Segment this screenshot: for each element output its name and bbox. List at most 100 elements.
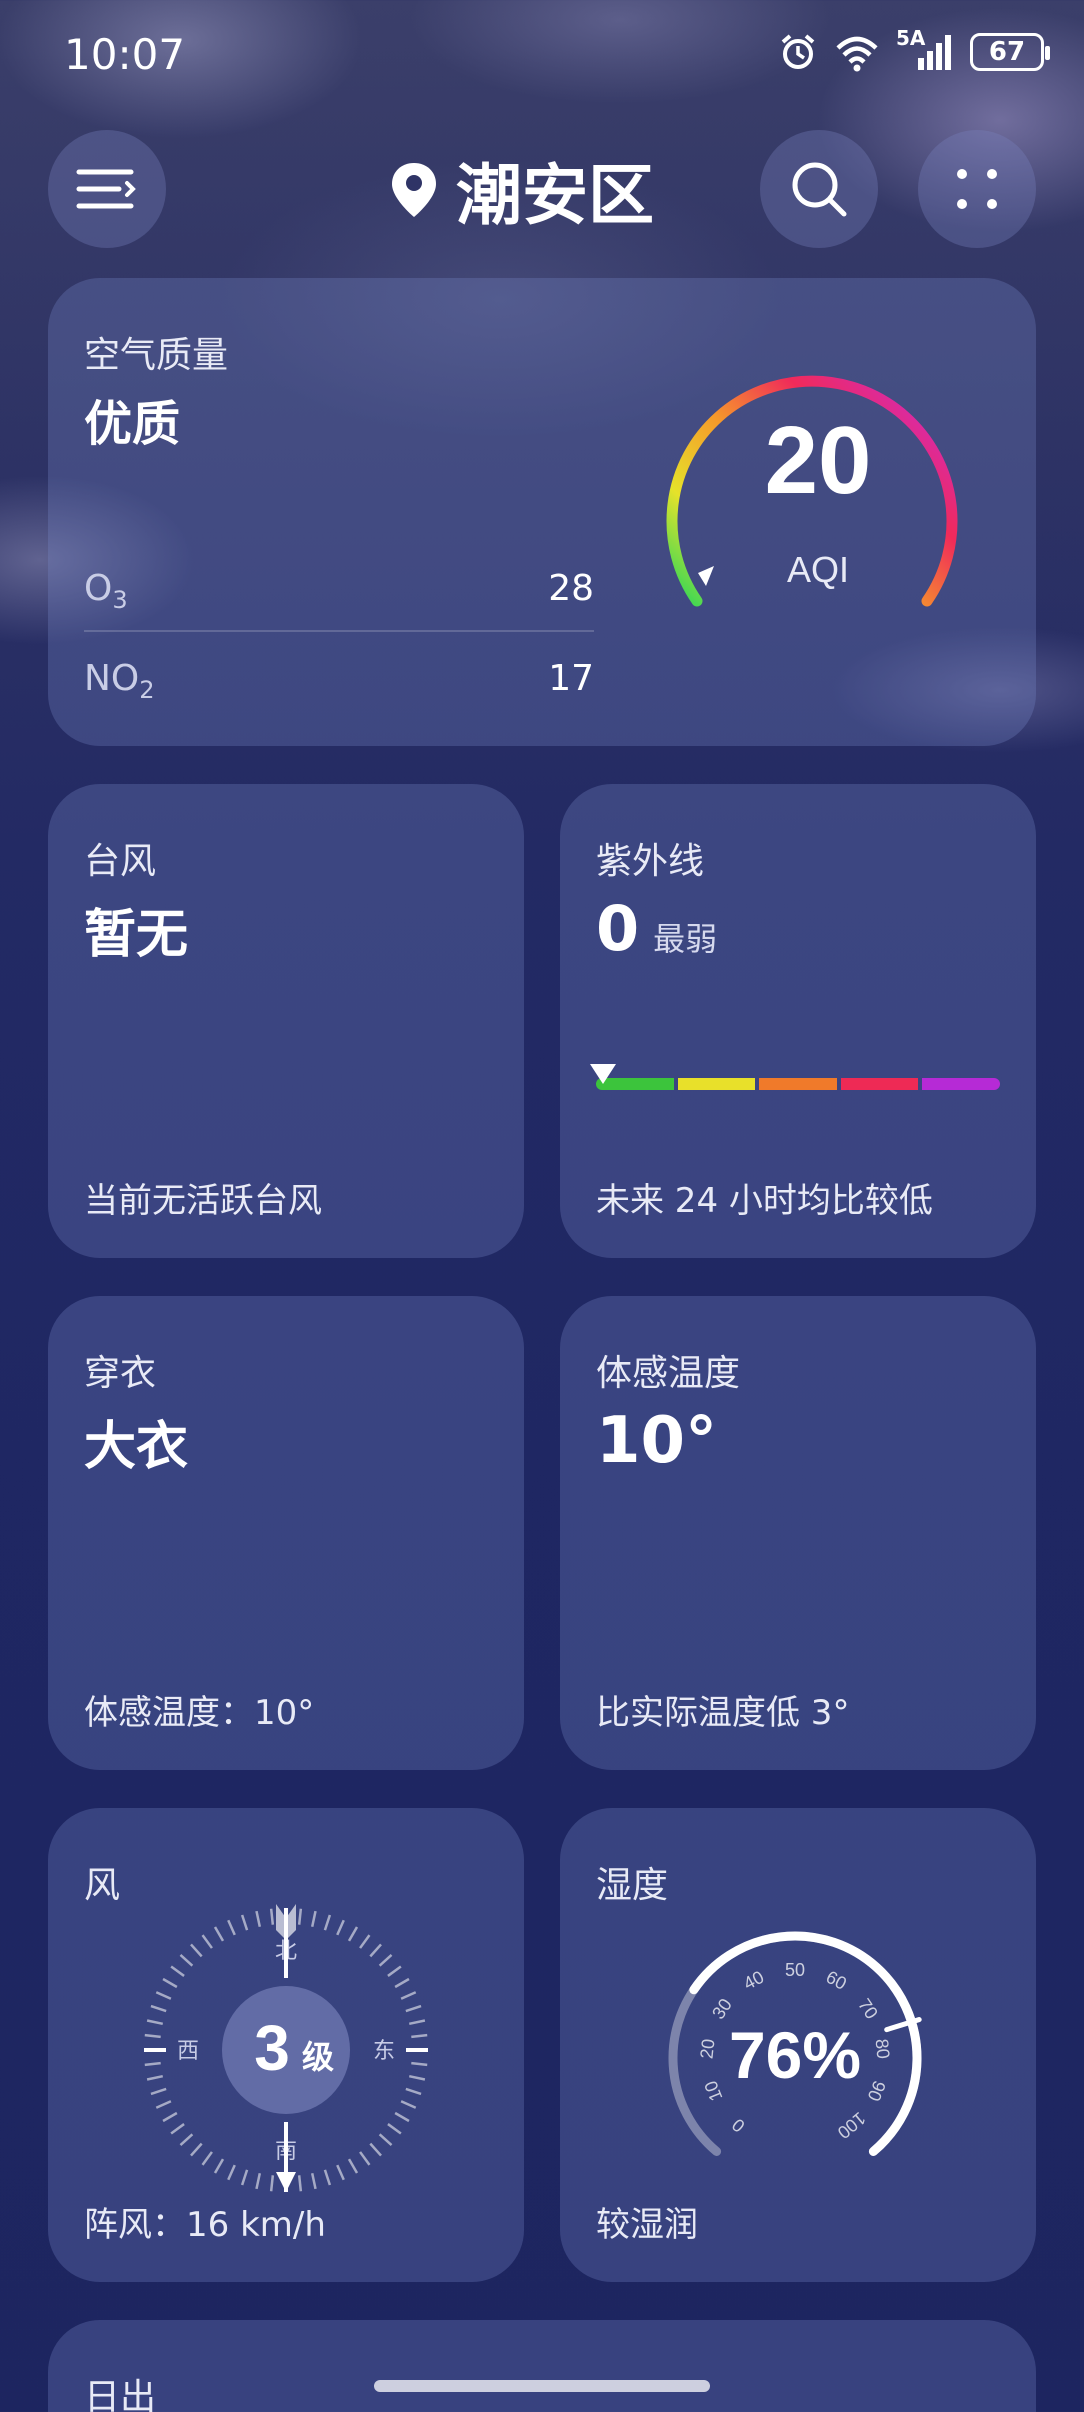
uv-value: 0 — [596, 892, 640, 965]
wind-tick — [378, 2133, 393, 2146]
air-quality-card[interactable]: 空气质量 优质 O3 28 NO2 17 20 AQI — [48, 278, 1036, 746]
home-indicator[interactable] — [374, 2380, 710, 2392]
wind-gust: 阵风：16 km/h — [84, 2205, 326, 2245]
wind-tick — [255, 2172, 262, 2190]
wind-tick — [162, 2111, 178, 2123]
typhoon-value: 暂无 — [84, 905, 189, 965]
feels-like-card[interactable]: 体感温度 10° 比实际温度低 3° — [560, 1296, 1036, 1770]
aqi-gauge: 20 AQI — [666, 375, 958, 607]
sunrise-title: 日出 — [84, 2377, 157, 2412]
wind-tick — [213, 1926, 225, 1942]
feels-like-note: 比实际温度低 3° — [596, 1693, 850, 1733]
menu-button[interactable] — [48, 130, 166, 248]
status-time: 10:07 — [64, 30, 186, 79]
typhoon-note: 当前无活跃台风 — [84, 1181, 322, 1221]
wind-card[interactable]: 风 3 级 北 南 东 西 阵风：16 km/h — [48, 1808, 524, 2282]
wind-tick — [269, 2175, 275, 2192]
wind-tick — [297, 2175, 303, 2192]
typhoon-card[interactable]: 台风 暂无 当前无活跃台风 — [48, 784, 524, 1258]
wind-tick — [378, 1954, 393, 1967]
wind-tick — [387, 1965, 402, 1977]
wind-tick — [369, 2142, 382, 2157]
clothing-card[interactable]: 穿衣 大衣 体感温度：10° — [48, 1296, 524, 1770]
humidity-tick-label: 0 — [728, 2115, 749, 2137]
alarm-icon — [781, 34, 815, 69]
sunrise-card[interactable]: 日出 — [48, 2320, 1036, 2412]
pollutant-divider — [84, 630, 594, 632]
humidity-title: 湿度 — [596, 1865, 669, 1906]
humidity-value: 76% — [729, 2018, 861, 2092]
clothing-title: 穿衣 — [84, 1353, 157, 1394]
uv-scale-segment — [840, 1078, 919, 1090]
wind-tick — [411, 2061, 428, 2067]
location-title[interactable]: 潮安区 — [390, 142, 654, 238]
wind-tick — [144, 2033, 161, 2039]
wind-tick — [408, 2074, 426, 2081]
status-icons: 5A 67 — [778, 26, 1050, 72]
humidity-gauge: 010203040 50 60708090100 76% — [668, 1931, 922, 2156]
aqi-value: 20 — [765, 407, 872, 514]
wind-tick — [150, 2087, 167, 2096]
wind-level-unit: 级 — [302, 2038, 334, 2076]
humidity-card[interactable]: 湿度 0 10 20 30 40 50 60 70 80 90 100 76% 较湿润 — [560, 1808, 1036, 2282]
wind-tick — [400, 2100, 417, 2109]
wind-tick — [170, 2123, 185, 2135]
wind-tick — [394, 2111, 410, 2123]
wind-tick — [227, 1919, 236, 1936]
wind-tick — [347, 2158, 359, 2174]
wind-tick — [255, 1910, 262, 1928]
wind-tick — [170, 1965, 185, 1977]
humidity-tick-label: 10 — [700, 2078, 726, 2104]
feels-like-title: 体感温度 — [596, 1353, 741, 1394]
humidity-tick-label: 100 — [834, 2108, 870, 2143]
air-quality-level: 优质 — [84, 396, 181, 452]
uv-marker — [590, 1064, 616, 1084]
wind-tick — [400, 1991, 417, 2000]
wind-dir-east: 东 — [373, 2039, 395, 2064]
uv-scale — [596, 1078, 1000, 1090]
pollutant-value: 28 — [548, 568, 594, 609]
wind-tick — [369, 1943, 382, 1958]
pollutant-row-o3: O3 28 — [84, 568, 594, 614]
wind-tick — [179, 1954, 194, 1967]
search-button[interactable] — [760, 130, 878, 248]
wind-tick — [146, 2019, 164, 2026]
typhoon-title: 台风 — [84, 841, 157, 882]
wind-tick — [336, 2164, 345, 2181]
wind-tick — [359, 2151, 371, 2166]
wind-tick — [269, 1908, 275, 1925]
wind-tick — [240, 1914, 249, 1931]
wind-tick — [201, 1934, 213, 1949]
wind-compass: 3 级 北 南 东 西 — [144, 1904, 428, 2192]
wind-tick — [394, 1977, 410, 1989]
wind-tick — [155, 2100, 172, 2109]
pollutant-row-no2: NO2 17 — [84, 658, 594, 704]
wind-dir-west: 西 — [177, 2039, 199, 2064]
pollutant-sub: 2 — [139, 676, 155, 705]
header: 潮安区 — [0, 130, 1084, 250]
uv-scale-segment — [759, 1078, 837, 1090]
humidity-note: 较湿润 — [596, 2205, 698, 2245]
wind-tick — [387, 2123, 402, 2135]
pollutant-name: NO — [84, 658, 140, 699]
location-name: 潮安区 — [456, 157, 654, 234]
uv-value-row: 0 最弱 — [596, 892, 717, 965]
location-pin-icon — [392, 163, 436, 217]
uv-card[interactable]: 紫外线 0 最弱 未来 24 小时均比较低 — [560, 784, 1036, 1258]
battery-indicator: 67 — [970, 33, 1050, 71]
wind-tick — [411, 2033, 428, 2039]
wind-tick — [323, 1914, 332, 1931]
wind-tick — [310, 1910, 317, 1928]
wind-tick — [150, 2004, 167, 2013]
wind-tick — [323, 2169, 332, 2186]
wind-tick — [405, 2087, 422, 2096]
wind-tick — [336, 1919, 345, 1936]
wind-tick — [144, 2061, 161, 2067]
signal-icon: 5A — [896, 26, 954, 72]
more-button[interactable] — [918, 130, 1036, 248]
wind-tick — [310, 2172, 317, 2190]
humidity-tick-label: 80 — [872, 2038, 894, 2060]
wind-tick — [227, 2164, 236, 2181]
humidity-tick-label: 40 — [740, 1967, 767, 1994]
wind-tick — [347, 1926, 359, 1942]
